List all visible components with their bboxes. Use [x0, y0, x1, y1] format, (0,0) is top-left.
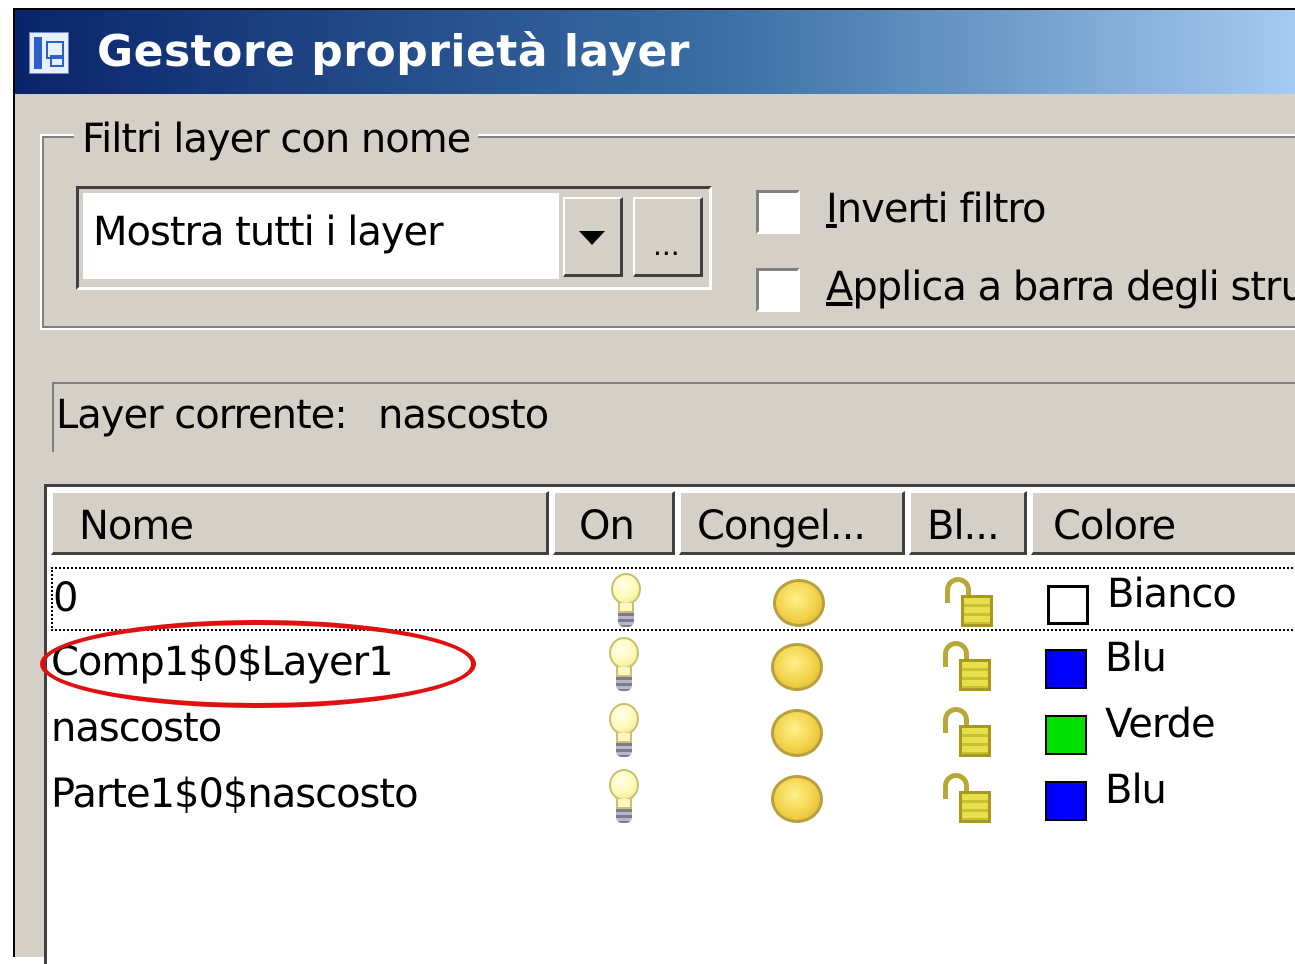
column-header-lock[interactable]: Bl... [909, 491, 1027, 555]
color-swatch[interactable] [1047, 585, 1089, 625]
padlock-icon[interactable] [941, 577, 997, 629]
layer-color-name: Blu [1105, 767, 1167, 813]
current-layer-label: Layer corrente: [56, 392, 348, 438]
layer-name: 0 [53, 575, 78, 621]
color-swatch[interactable] [1045, 781, 1087, 821]
current-layer-value: nascosto [378, 392, 549, 438]
column-header-freeze[interactable]: Congel... [679, 491, 905, 555]
layer-filter-combobox[interactable]: Mostra tutti i layer ... [76, 186, 712, 290]
layer-color-name: Bianco [1107, 571, 1237, 617]
layer-name: nascosto [51, 705, 222, 751]
layer-row[interactable]: Parte1$0$nascosto Blu [51, 765, 1295, 829]
filter-browse-button[interactable]: ... [633, 197, 703, 277]
sun-icon[interactable] [771, 643, 823, 691]
sun-icon[interactable] [771, 775, 823, 823]
lightbulb-icon[interactable] [607, 573, 645, 631]
column-header-name[interactable]: Nome [51, 491, 549, 555]
highlight-annotation [40, 620, 476, 708]
apply-toolbar-checkbox[interactable] [756, 268, 800, 312]
column-header-color[interactable]: Colore [1031, 491, 1295, 555]
layer-row[interactable]: nascosto Verde [51, 699, 1295, 763]
title-bar[interactable]: Gestore proprietà layer [15, 10, 1295, 94]
window-title: Gestore proprietà layer [97, 26, 690, 77]
layer-color-name: Verde [1105, 701, 1216, 747]
filter-group-label: Filtri layer con nome [74, 116, 479, 162]
layer-color-name: Blu [1105, 635, 1167, 681]
chevron-down-icon [579, 231, 605, 245]
layer-list[interactable]: Nome On Congel... Bl... Colore 0 Bianco … [44, 484, 1295, 964]
lightbulb-icon[interactable] [605, 769, 643, 827]
invert-filter-label[interactable]: Inverti filtro [826, 186, 1046, 232]
padlock-icon[interactable] [939, 707, 995, 759]
color-swatch[interactable] [1045, 715, 1087, 755]
sun-icon[interactable] [771, 709, 823, 757]
padlock-icon[interactable] [939, 773, 995, 825]
color-swatch[interactable] [1045, 649, 1087, 689]
layer-filter-dropdown-button[interactable] [563, 197, 623, 277]
column-header-on[interactable]: On [553, 491, 675, 555]
layer-filter-value: Mostra tutti i layer [93, 209, 444, 255]
invert-filter-checkbox[interactable] [756, 190, 800, 234]
padlock-icon[interactable] [939, 641, 995, 693]
layer-filter-field[interactable]: Mostra tutti i layer [83, 193, 559, 279]
apply-toolbar-label[interactable]: Applica a barra degli stru [826, 264, 1295, 310]
sun-icon[interactable] [773, 579, 825, 627]
layer-manager-icon [29, 32, 69, 74]
lightbulb-icon[interactable] [605, 703, 643, 761]
filter-browse-label: ... [653, 229, 680, 262]
layer-name: Parte1$0$nascosto [51, 771, 419, 817]
lightbulb-icon[interactable] [605, 637, 643, 695]
